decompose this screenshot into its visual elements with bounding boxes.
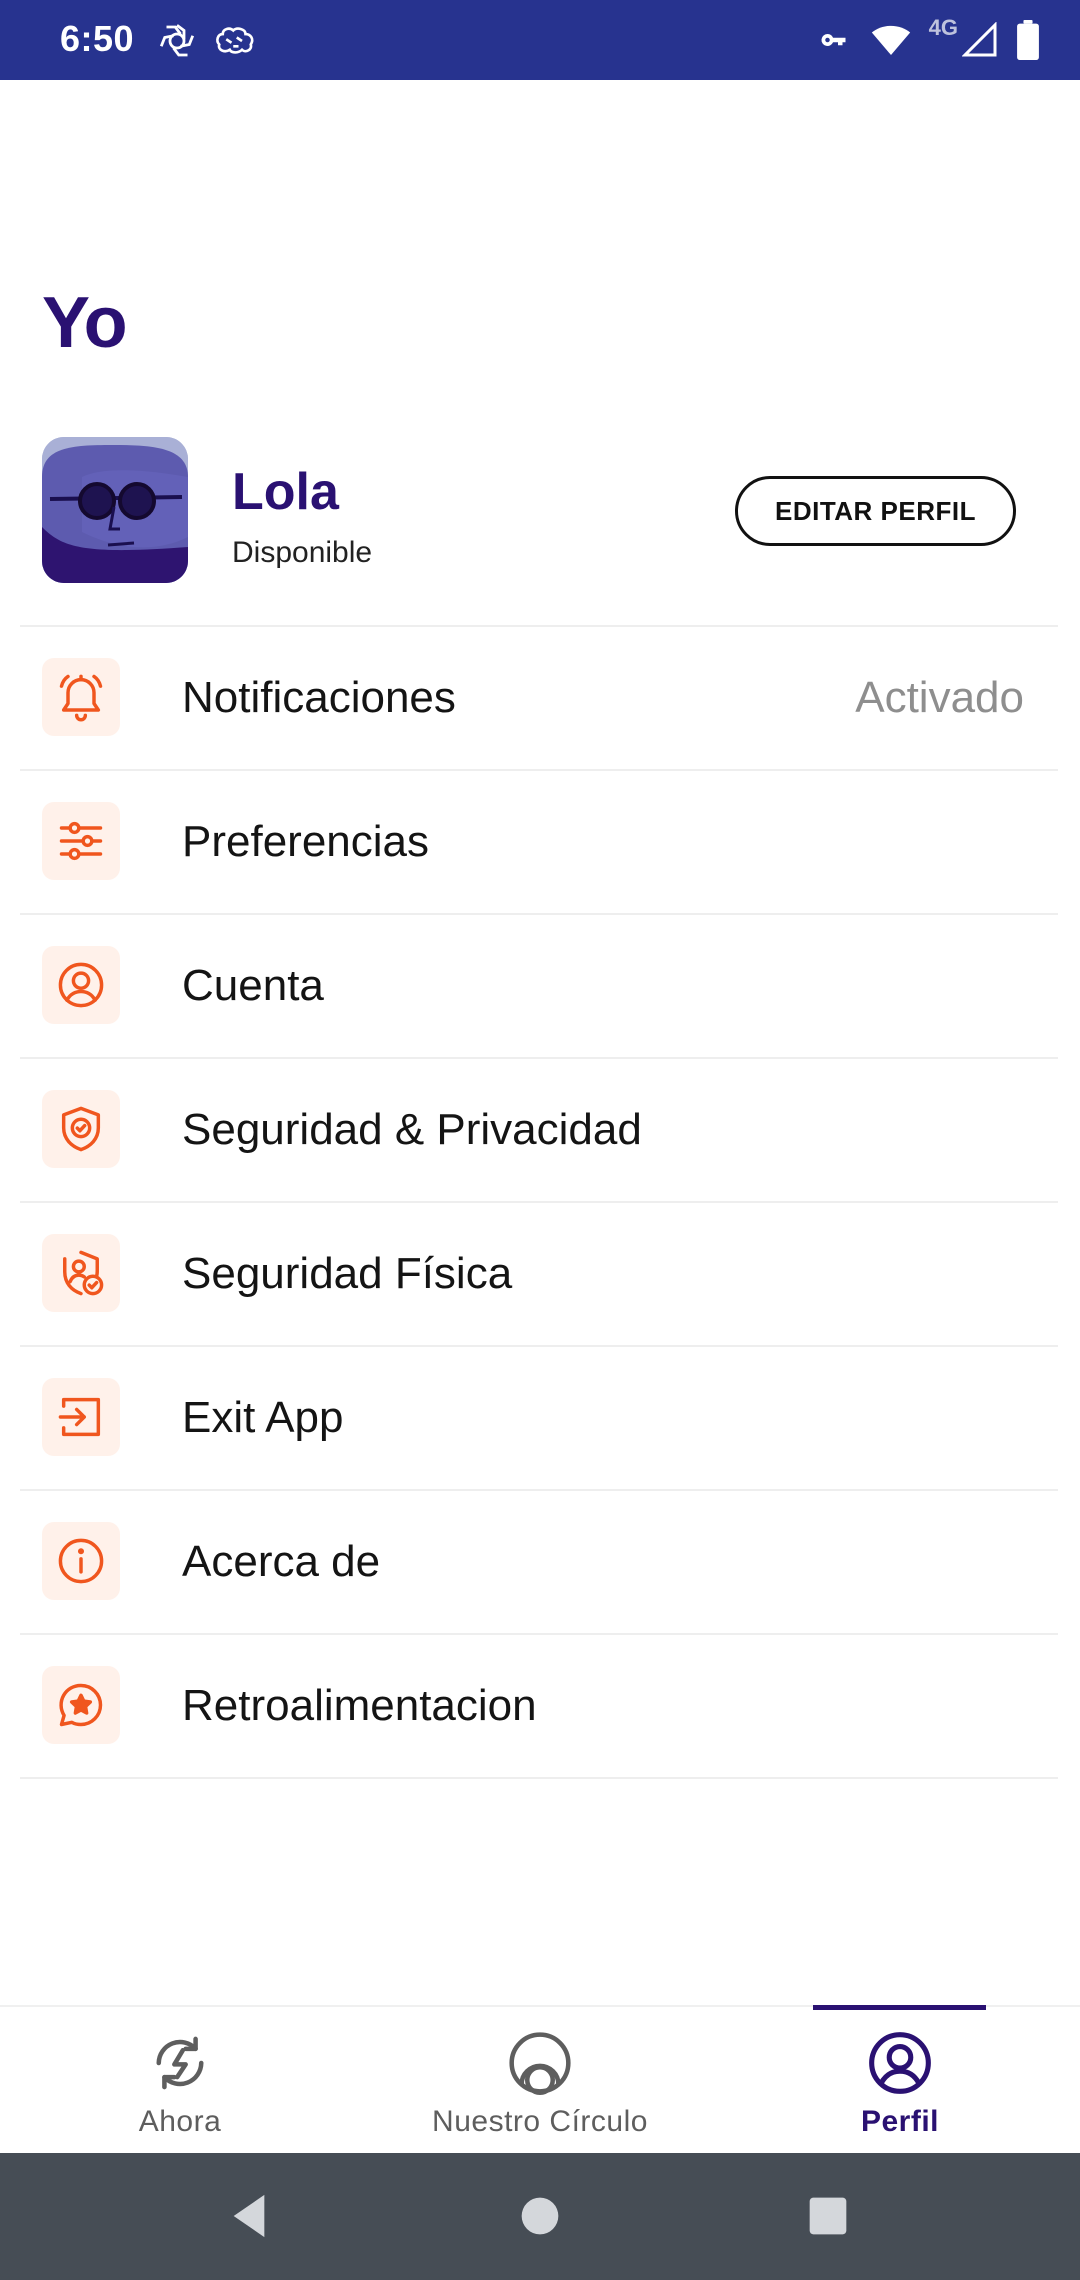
- feedback-star-icon: [42, 1666, 120, 1744]
- profile-icon: [869, 2032, 931, 2094]
- profile-name: Lola: [232, 463, 339, 521]
- active-tab-indicator: [813, 2005, 986, 2010]
- openai-icon: [159, 24, 195, 57]
- network-type-label: 4G: [928, 15, 958, 40]
- menu-item-label: Retroalimentacion: [182, 1681, 537, 1730]
- menu-item-seguridad-fisica[interactable]: Seguridad Física: [20, 1203, 1058, 1347]
- menu-item-label: Acerca de: [182, 1537, 381, 1586]
- menu-item-cuenta[interactable]: Cuenta: [20, 915, 1058, 1059]
- nav-label: Ahora: [138, 2105, 222, 2138]
- settings-menu: Notificaciones Activado Preferencias Cue…: [20, 625, 1058, 1779]
- home-icon[interactable]: [518, 2191, 562, 2241]
- shield-user-icon: [42, 1234, 120, 1312]
- nav-label: Nuestro Círculo: [432, 2105, 648, 2138]
- status-icons: 4G: [817, 14, 1040, 66]
- avatar[interactable]: [42, 437, 188, 583]
- menu-item-label: Preferencias: [182, 817, 430, 866]
- nav-tab-perfil[interactable]: Perfil: [820, 2007, 980, 2155]
- recents-icon[interactable]: [806, 2191, 850, 2241]
- back-icon[interactable]: [226, 2191, 272, 2241]
- circle-icon: [509, 2032, 571, 2096]
- wifi-icon: [871, 25, 910, 55]
- nav-tab-nuestro-circulo[interactable]: Nuestro Círculo: [400, 2007, 680, 2155]
- nav-tab-ahora[interactable]: Ahora: [100, 2007, 260, 2155]
- menu-item-preferencias[interactable]: Preferencias: [20, 771, 1058, 915]
- notifications-status-value: Activado: [855, 673, 1024, 722]
- exit-icon: [42, 1378, 120, 1456]
- bell-icon: [42, 658, 120, 736]
- info-icon: [42, 1522, 120, 1600]
- nav-label: Perfil: [860, 2105, 940, 2138]
- bottom-navigation: Ahora Nuestro Círculo Perfil: [0, 2005, 1080, 2153]
- menu-item-notificaciones[interactable]: Notificaciones Activado: [20, 627, 1058, 771]
- shield-check-icon: [42, 1090, 120, 1168]
- user-circle-icon: [42, 946, 120, 1024]
- menu-item-retroalimentacion[interactable]: Retroalimentacion: [20, 1635, 1058, 1779]
- avatar-illustration: [42, 437, 188, 583]
- menu-item-exit-app[interactable]: Exit App: [20, 1347, 1058, 1491]
- menu-item-label: Exit App: [182, 1393, 344, 1442]
- vpn-key-icon: [821, 33, 846, 46]
- menu-item-label: Seguridad & Privacidad: [182, 1105, 642, 1154]
- edit-profile-button[interactable]: EDITAR PERFIL: [735, 476, 1016, 546]
- system-navigation-bar: [0, 2153, 1080, 2280]
- status-bar: 6:50 4G: [0, 0, 1080, 80]
- page-title: Yo: [42, 283, 128, 363]
- menu-item-acerca-de[interactable]: Acerca de: [20, 1491, 1058, 1635]
- brain-icon: [216, 27, 254, 54]
- battery-icon: [1017, 20, 1039, 60]
- signal-icon: [962, 22, 997, 57]
- profile-status: Disponible: [232, 536, 373, 569]
- status-time: 6:50: [60, 18, 135, 59]
- menu-item-label: Cuenta: [182, 961, 324, 1010]
- menu-item-seguridad-privacidad[interactable]: Seguridad & Privacidad: [20, 1059, 1058, 1203]
- refresh-bolt-icon: [156, 2036, 204, 2090]
- menu-item-label: Seguridad Física: [182, 1249, 513, 1298]
- menu-item-label: Notificaciones: [182, 673, 456, 722]
- sliders-icon: [42, 802, 120, 880]
